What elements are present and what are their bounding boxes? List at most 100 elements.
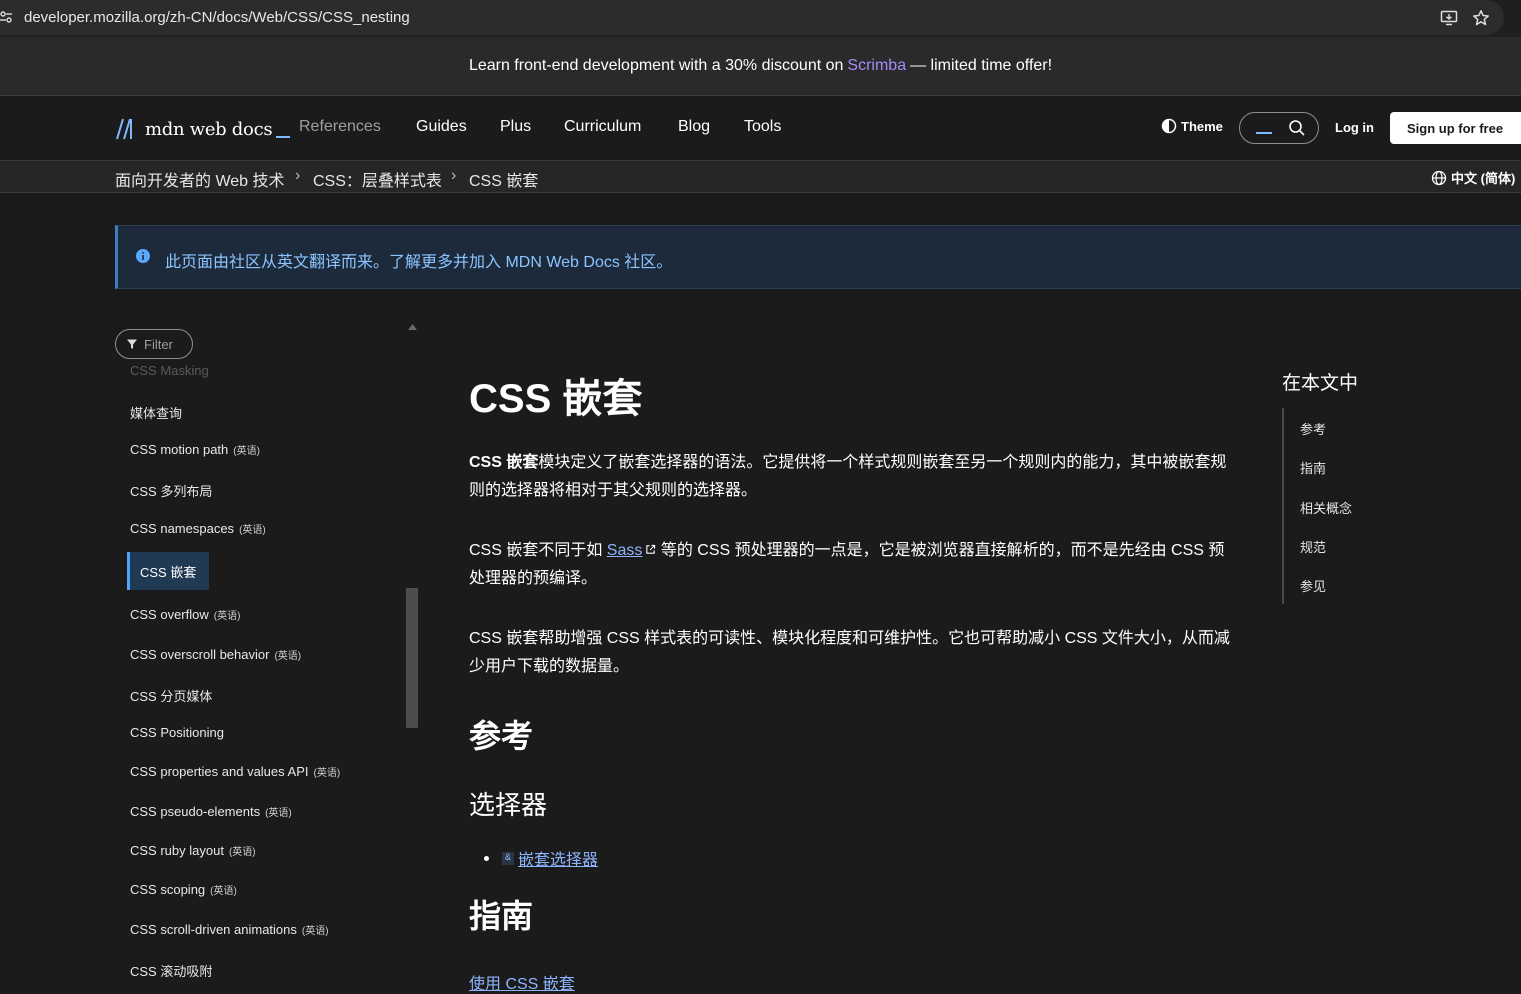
install-app-icon[interactable]: [1440, 9, 1458, 27]
nav-references[interactable]: References: [299, 118, 381, 136]
toc-item-guides[interactable]: 指南: [1300, 458, 1326, 477]
sidebar-item-namespaces[interactable]: CSS namespaces (英语): [130, 521, 266, 536]
site-settings-icon[interactable]: [0, 11, 12, 24]
bookmark-star-icon[interactable]: [1472, 9, 1490, 27]
translation-notice: 此页面由社区从英文翻译而来。了解更多并加入 MDN Web Docs 社区。: [115, 225, 1521, 289]
sidebar-item-label: CSS 滚动吸附: [130, 964, 213, 979]
sidebar-item-label: CSS properties and values API: [130, 764, 309, 779]
globe-icon: [1431, 170, 1447, 185]
sidebar-item-tag: (英语): [274, 651, 302, 662]
address-field[interactable]: developer.mozilla.org/zh-CN/docs/Web/CSS…: [0, 0, 1504, 35]
logo-text: mdn web docs: [145, 118, 273, 140]
sidebar-item-label: CSS scoping: [130, 882, 206, 897]
mdn-logo[interactable]: mdn web docs: [115, 116, 291, 142]
sidebar-item-label: CSS overflow: [130, 607, 209, 622]
logo-cursor: [276, 136, 291, 138]
sidebar-item-tag: (英语): [265, 808, 292, 819]
notice-text[interactable]: 此页面由社区从英文翻译而来。了解更多并加入 MDN Web Docs 社区。: [165, 248, 672, 272]
sidebar-item-tag: (英语): [233, 446, 260, 457]
nav-blog[interactable]: Blog: [678, 118, 710, 136]
toc-item-see-also[interactable]: 参见: [1300, 576, 1326, 595]
sidebar-item-scoping[interactable]: CSS scoping (英语): [130, 882, 237, 897]
promo-scrimba-link[interactable]: Scrimba: [847, 57, 906, 75]
top-navigation: mdn web docs References Guides Plus Curr…: [0, 96, 1521, 161]
sidebar-item-scroll-driven-animations[interactable]: CSS scroll-driven animations (英语): [130, 922, 329, 937]
intro-text: 模块定义了嵌套选择器的语法。它提供将一个样式规则嵌套至另一个规则内的能力，其中被…: [469, 454, 1227, 499]
sidebar-item-label: CSS 多列布局: [130, 484, 213, 499]
sidebar-item-overflow[interactable]: CSS overflow (英语): [130, 607, 240, 622]
sidebar-item-label: 媒体查询: [130, 406, 183, 421]
sidebar-item-ruby-layout[interactable]: CSS ruby layout (英语): [130, 843, 256, 858]
sidebar-item-multicol[interactable]: CSS 多列布局: [130, 481, 212, 500]
scroll-up-arrow-icon[interactable]: [408, 324, 417, 330]
breadcrumb: 面向开发者的 Web 技术 › CSS：层叠样式表 › CSS 嵌套 中文 (简…: [0, 161, 1521, 193]
sidebar-filter-input[interactable]: Filter: [115, 329, 193, 359]
breadcrumb-separator: ›: [451, 167, 457, 184]
toc-divider: [1282, 408, 1284, 604]
breadcrumb-separator: ›: [295, 167, 301, 184]
breadcrumb-web-tech[interactable]: 面向开发者的 Web 技术: [115, 167, 285, 191]
sidebar-item-media-queries[interactable]: 媒体查询: [130, 403, 182, 422]
mdn-logo-icon: [116, 118, 132, 140]
nav-tools[interactable]: Tools: [744, 118, 781, 136]
sidebar-item-tag: (英语): [228, 847, 256, 858]
theme-label: Theme: [1181, 118, 1223, 134]
sass-link[interactable]: Sass: [607, 542, 643, 559]
browser-url-bar: developer.mozilla.org/zh-CN/docs/Web/CSS…: [0, 0, 1521, 37]
page-title: CSS 嵌套: [469, 377, 643, 421]
theme-button[interactable]: Theme: [1161, 118, 1223, 134]
sidebar-item-overscroll[interactable]: CSS overscroll behavior (英语): [130, 647, 301, 662]
sidebar-item-nesting-active[interactable]: CSS 嵌套: [127, 552, 209, 590]
toc-item-related-concepts[interactable]: 相关概念: [1300, 498, 1352, 517]
sidebar-item-label: CSS namespaces: [130, 521, 235, 536]
sass-paragraph: CSS 嵌套不同于如 Sass 等的 CSS 预处理器的一点是，它是被浏览器直接…: [469, 537, 1239, 593]
sidebar-item-label: CSS overscroll behavior: [130, 647, 270, 662]
sidebar-item-properties-values-api[interactable]: CSS properties and values API (英语): [130, 764, 340, 779]
sidebar-item-paged-media[interactable]: CSS 分页媒体: [130, 686, 212, 705]
promo-banner: Learn front-end development with a 30% d…: [0, 37, 1521, 96]
benefits-paragraph: CSS 嵌套帮助增强 CSS 样式表的可读性、模块化程度和可维护性。它也可帮助减…: [469, 630, 1230, 675]
sidebar-list: CSS Masking 媒体查询 CSS motion path (英语) CSS…: [115, 360, 395, 989]
nav-plus[interactable]: Plus: [500, 118, 531, 136]
language-switcher[interactable]: 中文 (简体): [1431, 168, 1515, 187]
search-cursor: [1256, 132, 1272, 134]
heading-guides: 指南: [469, 898, 534, 934]
sidebar-item-scroll-snap[interactable]: CSS 滚动吸附: [130, 961, 212, 980]
sidebar-item-css-masking[interactable]: CSS Masking: [130, 363, 209, 378]
sidebar-item-label: CSS motion path: [130, 442, 229, 457]
sidebar-item-positioning[interactable]: CSS Positioning: [130, 725, 224, 740]
language-label: 中文 (简体): [1451, 171, 1516, 186]
nesting-selector-link[interactable]: 嵌套选择器: [518, 846, 598, 870]
sidebar-item-tag: (英语): [301, 926, 329, 937]
url-text[interactable]: developer.mozilla.org/zh-CN/docs/Web/CSS…: [24, 9, 410, 26]
sidebar-item-tag: (英语): [313, 768, 341, 779]
login-link[interactable]: Log in: [1335, 120, 1374, 135]
toc-item-specifications[interactable]: 规范: [1300, 537, 1326, 556]
intro-bold: CSS 嵌套: [469, 454, 539, 471]
heading-selectors: 选择器: [469, 790, 548, 820]
search-button[interactable]: [1239, 112, 1319, 144]
external-link-icon: [646, 544, 656, 554]
sidebar-item-label: CSS 嵌套: [140, 564, 197, 580]
selector-badge: &: [502, 851, 515, 865]
sidebar-item-motion-path[interactable]: CSS motion path (英语): [130, 442, 260, 457]
nav-curriculum[interactable]: Curriculum: [564, 118, 641, 136]
heading-reference: 参考: [469, 718, 534, 754]
search-icon: [1289, 120, 1305, 136]
toc-title: 在本文中: [1282, 373, 1359, 394]
nav-guides[interactable]: Guides: [416, 118, 467, 136]
filter-icon: [127, 339, 137, 349]
sidebar-item-label: CSS 分页媒体: [130, 689, 213, 704]
bullet-dot: [484, 855, 489, 861]
sidebar-scrollbar-thumb[interactable]: [406, 588, 418, 728]
filter-placeholder: Filter: [144, 336, 173, 352]
breadcrumb-css[interactable]: CSS：层叠样式表: [313, 167, 442, 191]
intro-paragraph: CSS 嵌套模块定义了嵌套选择器的语法。它提供将一个样式规则嵌套至另一个规则内的…: [469, 449, 1239, 505]
selector-list-item: & 嵌套选择器: [484, 846, 598, 870]
using-css-nesting-link[interactable]: 使用 CSS 嵌套: [469, 970, 575, 994]
sidebar-item-pseudo-elements[interactable]: CSS pseudo-elements (英语): [130, 804, 292, 819]
signup-button[interactable]: Sign up for free: [1390, 112, 1521, 144]
sidebar-item-tag: (英语): [239, 525, 266, 536]
breadcrumb-current[interactable]: CSS 嵌套: [469, 167, 538, 191]
toc-item-reference[interactable]: 参考: [1300, 419, 1326, 438]
